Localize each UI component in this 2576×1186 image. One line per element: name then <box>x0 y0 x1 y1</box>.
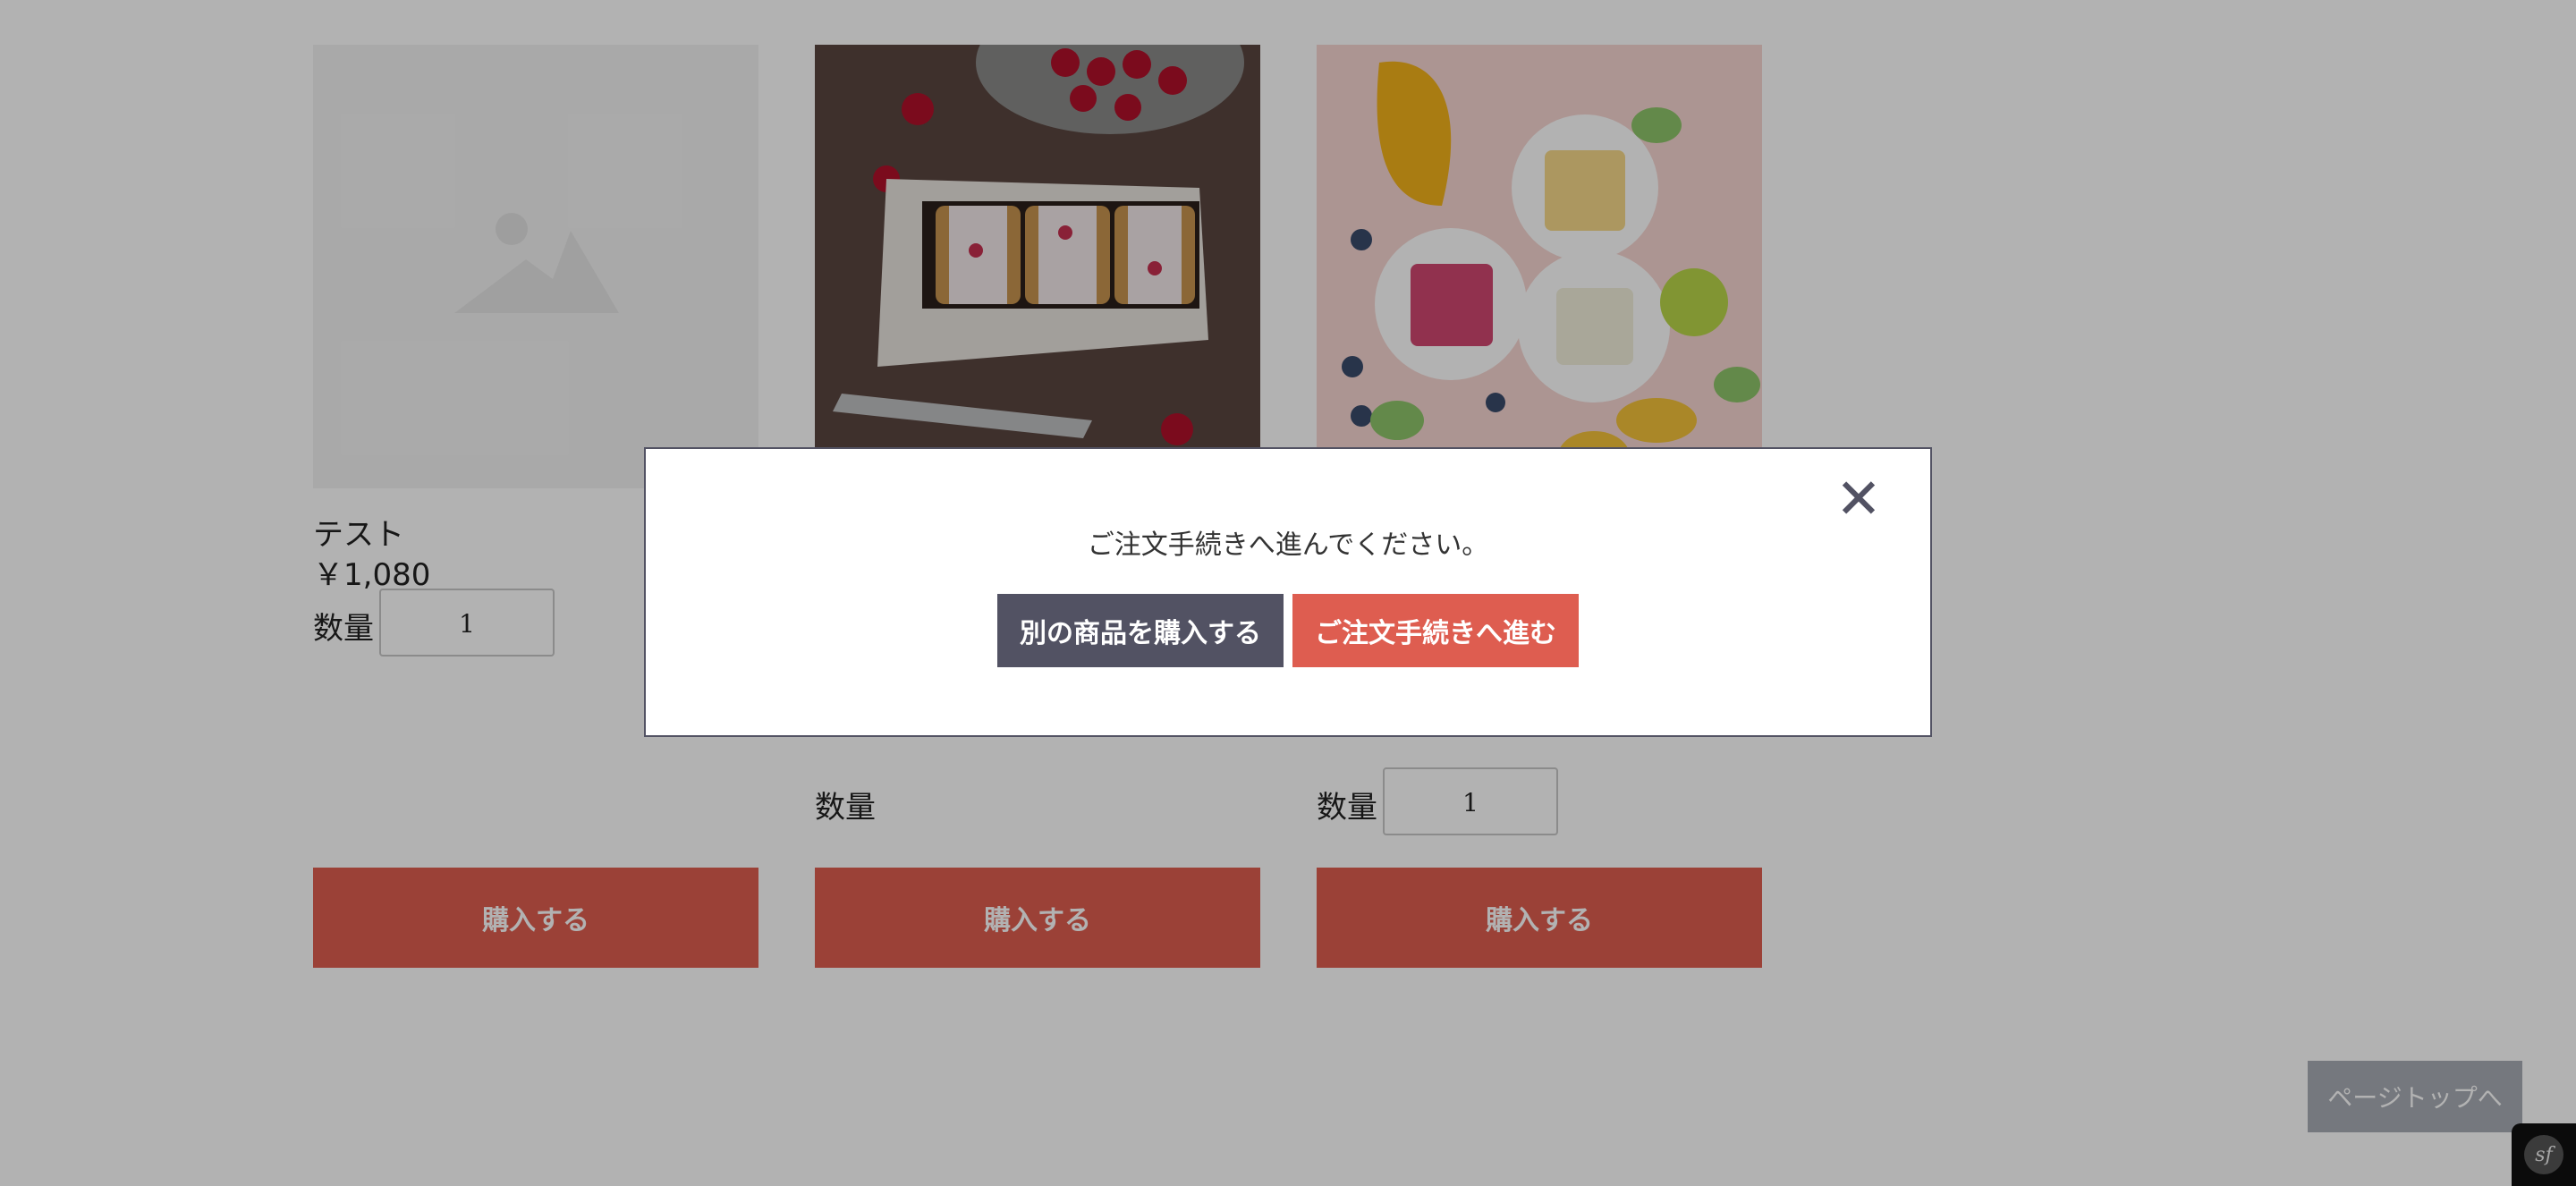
modal-actions: 別の商品を購入する ご注文手続きへ進む <box>646 594 1930 667</box>
checkout-button[interactable]: ご注文手続きへ進む <box>1292 594 1579 667</box>
cart-added-modal: ✕ ご注文手続きへ進んでください。 別の商品を購入する ご注文手続きへ進む <box>644 447 1932 737</box>
product-list-page: テスト ￥1,080 数量 1 数量 数量 1 購入する 購入する 購入する ペ… <box>0 0 2576 1186</box>
continue-shopping-button[interactable]: 別の商品を購入する <box>997 594 1284 667</box>
modal-message: ご注文手続きへ進んでください。 <box>1087 529 1489 561</box>
close-icon[interactable]: ✕ <box>1834 471 1884 527</box>
